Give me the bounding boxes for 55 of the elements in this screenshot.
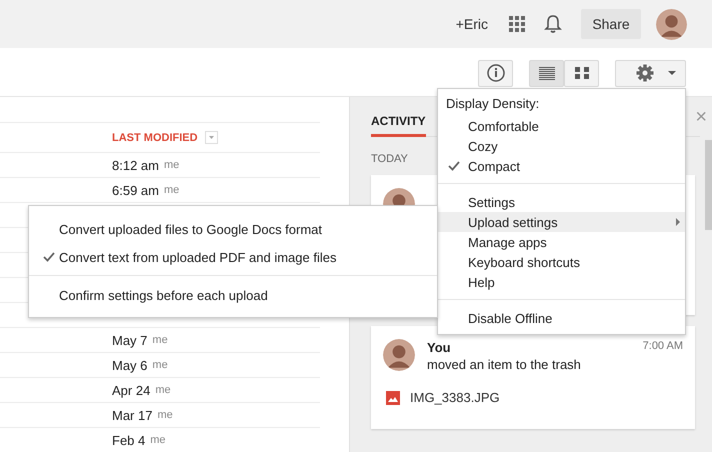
avatar bbox=[383, 339, 415, 371]
menu-item[interactable]: Convert uploaded files to Google Docs format bbox=[29, 215, 437, 243]
menu-item[interactable]: Keyboard shortcuts bbox=[438, 252, 685, 272]
menu-item[interactable]: Disable Offline bbox=[438, 308, 685, 328]
apps-grid-icon bbox=[509, 16, 525, 32]
menu-item[interactable]: Comfortable bbox=[438, 116, 685, 136]
bell-icon bbox=[544, 14, 562, 34]
info-icon bbox=[486, 64, 504, 82]
menu-item[interactable]: Manage apps bbox=[438, 232, 685, 252]
menu-item[interactable]: Upload settings bbox=[438, 212, 685, 232]
list-view-button[interactable] bbox=[529, 60, 564, 86]
timestamp: 7:00 AM bbox=[642, 340, 683, 354]
user-name: You bbox=[427, 340, 451, 355]
activity-text: moved an item to the trash bbox=[427, 357, 582, 372]
list-icon bbox=[538, 66, 554, 80]
file-link[interactable]: IMG_3383.JPG bbox=[410, 390, 500, 405]
owner-label: me bbox=[157, 409, 173, 421]
grid-icon bbox=[574, 67, 588, 79]
owner-label: me bbox=[155, 384, 171, 396]
owner-label: me bbox=[152, 334, 168, 346]
share-button[interactable]: Share bbox=[581, 9, 641, 39]
modified-date: Feb 4 bbox=[112, 432, 146, 448]
sort-menu-icon bbox=[204, 131, 218, 144]
modified-date: Mar 17 bbox=[112, 408, 152, 422]
menu-item[interactable]: Settings bbox=[438, 192, 685, 212]
settings-icon bbox=[636, 64, 654, 82]
user-link[interactable]: +Eric bbox=[456, 16, 488, 32]
info-button[interactable] bbox=[478, 60, 513, 86]
settings-button[interactable] bbox=[615, 60, 686, 86]
modified-date: May 7 bbox=[112, 332, 148, 348]
column-header[interactable]: LAST MODIFIED bbox=[112, 132, 198, 144]
menu-item[interactable]: Convert text from uploaded PDF and image files bbox=[29, 243, 437, 271]
menu-item[interactable]: Cozy bbox=[438, 136, 685, 156]
image-file-icon bbox=[386, 390, 400, 404]
menu-heading: Display Density: bbox=[445, 96, 540, 113]
modified-date: May 6 bbox=[112, 358, 148, 372]
menu-item[interactable]: Compact bbox=[438, 156, 685, 176]
check-icon bbox=[43, 252, 55, 262]
section-label: TODAY bbox=[371, 153, 408, 165]
menu-item[interactable]: Help bbox=[438, 272, 685, 292]
avatar bbox=[656, 8, 687, 40]
grid-view-button[interactable] bbox=[564, 60, 599, 86]
menu-item[interactable]: Confirm settings before each upload bbox=[29, 281, 437, 309]
owner-label: me bbox=[150, 434, 166, 446]
owner-label: me bbox=[152, 359, 168, 371]
modified-date: 8:12 am bbox=[112, 158, 159, 172]
check-icon bbox=[448, 161, 460, 171]
scrollbar[interactable] bbox=[705, 140, 712, 230]
submenu-arrow-icon bbox=[676, 218, 680, 226]
owner-label: me bbox=[164, 184, 180, 196]
activity-tab[interactable]: ACTIVITY bbox=[371, 114, 426, 137]
caret-icon bbox=[668, 71, 676, 75]
owner-label: me bbox=[164, 159, 180, 171]
modified-date: 6:59 am bbox=[112, 182, 159, 198]
modified-date: Apr 24 bbox=[112, 382, 150, 398]
